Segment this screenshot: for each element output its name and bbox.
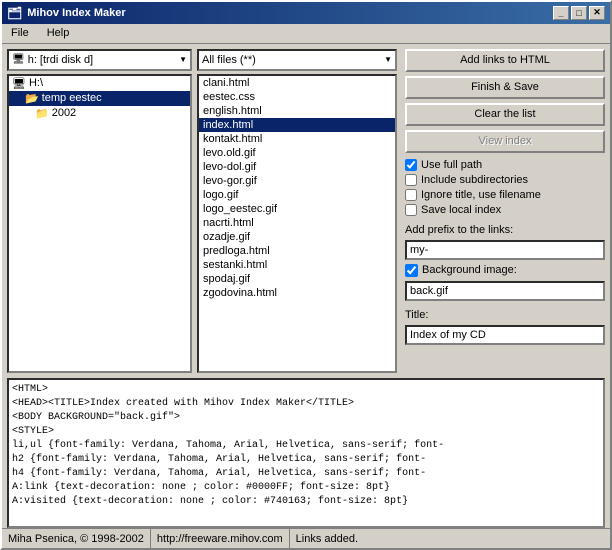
html-preview: <HTML> <HEAD><TITLE>Index created with M… xyxy=(7,378,605,528)
file-item-selected[interactable]: index.html xyxy=(199,118,395,132)
prefix-label: Add prefix to the links: xyxy=(405,224,605,236)
tree-item-drive[interactable]: 🖥 H:\ xyxy=(9,76,190,91)
include-subdirs-option[interactable]: Include subdirectories xyxy=(405,174,605,186)
file-item[interactable]: levo-gor.gif xyxy=(199,174,395,188)
include-subdirs-checkbox[interactable] xyxy=(405,174,417,186)
folder-closed-icon: 📁 xyxy=(35,107,49,120)
file-item[interactable]: kontakt.html xyxy=(199,132,395,146)
bg-image-checkbox[interactable] xyxy=(405,264,418,277)
right-panel: Add links to HTML Finish & Save Clear th… xyxy=(402,49,605,373)
menu-bar: File Help xyxy=(2,24,610,44)
title-bar: 🗂 Mihov Index Maker _ □ ✕ xyxy=(2,2,610,24)
file-list[interactable]: clani.html eestec.css english.html index… xyxy=(197,74,397,373)
folder-open-icon: 📂 xyxy=(25,92,39,105)
bg-image-input[interactable] xyxy=(405,281,605,301)
status-message: Links added. xyxy=(290,529,364,548)
file-item[interactable]: ozadje.gif xyxy=(199,230,395,244)
file-item[interactable]: nacrti.html xyxy=(199,216,395,230)
close-button[interactable]: ✕ xyxy=(589,6,605,20)
file-item[interactable]: clani.html xyxy=(199,76,395,90)
view-index-button[interactable]: View index xyxy=(405,130,605,153)
drive-tree-icon: 🖥 xyxy=(12,77,26,90)
app-title: Mihov Index Maker xyxy=(27,7,125,19)
use-full-path-label: Use full path xyxy=(421,159,482,171)
finish-save-button[interactable]: Finish & Save xyxy=(405,76,605,99)
menu-file[interactable]: File xyxy=(7,26,33,40)
file-item[interactable]: logo_eestec.gif xyxy=(199,202,395,216)
add-links-button[interactable]: Add links to HTML xyxy=(405,49,605,72)
file-item[interactable]: spodaj.gif xyxy=(199,272,395,286)
file-item[interactable]: levo.old.gif xyxy=(199,146,395,160)
middle-panel: All files (**) ▼ clani.html eestec.css e… xyxy=(197,49,397,373)
status-url: http://freeware.mihov.com xyxy=(151,529,290,548)
filter-value: All files (**) xyxy=(202,54,256,66)
title-label: Title: xyxy=(405,309,605,321)
use-full-path-checkbox[interactable] xyxy=(405,159,417,171)
minimize-button[interactable]: _ xyxy=(553,6,569,20)
filter-arrow-icon: ▼ xyxy=(384,55,392,64)
drive-arrow-icon: ▼ xyxy=(179,55,187,64)
file-item[interactable]: eestec.css xyxy=(199,90,395,104)
save-local-index-option[interactable]: Save local index xyxy=(405,204,605,216)
ignore-title-label: Ignore title, use filename xyxy=(421,189,541,201)
file-tree[interactable]: 🖥 H:\ 📂 temp eestec 📁 2002 xyxy=(7,74,192,373)
clear-list-button[interactable]: Clear the list xyxy=(405,103,605,126)
options-group: Use full path Include subdirectories Ign… xyxy=(405,159,605,216)
drive-value: h: [trdi disk d] xyxy=(28,54,179,66)
menu-help[interactable]: Help xyxy=(43,26,74,40)
save-local-index-label: Save local index xyxy=(421,204,501,216)
drive-selector[interactable]: 🖥 h: [trdi disk d] ▼ xyxy=(7,49,192,71)
title-input[interactable] xyxy=(405,325,605,345)
filter-dropdown[interactable]: All files (**) ▼ xyxy=(197,49,397,71)
file-item[interactable]: english.html xyxy=(199,104,395,118)
maximize-button[interactable]: □ xyxy=(571,6,587,20)
use-full-path-option[interactable]: Use full path xyxy=(405,159,605,171)
include-subdirs-label: Include subdirectories xyxy=(421,174,528,186)
file-item[interactable]: levo-dol.gif xyxy=(199,160,395,174)
html-preview-text: <HTML> <HEAD><TITLE>Index created with M… xyxy=(12,383,600,509)
left-panel: 🖥 h: [trdi disk d] ▼ 🖥 H:\ 📂 temp eestec xyxy=(7,49,192,373)
file-item[interactable]: sestanki.html xyxy=(199,258,395,272)
status-bar: Miha Psenica, © 1998-2002 http://freewar… xyxy=(2,528,610,548)
ignore-title-checkbox[interactable] xyxy=(405,189,417,201)
bg-image-row: Background image: xyxy=(405,264,605,277)
save-local-index-checkbox[interactable] xyxy=(405,204,417,216)
tree-item-2002[interactable]: 📁 2002 xyxy=(9,106,190,121)
ignore-title-option[interactable]: Ignore title, use filename xyxy=(405,189,605,201)
drive-icon: 🖥 xyxy=(12,54,25,65)
tree-item-temp-eestec[interactable]: 📂 temp eestec xyxy=(9,91,190,106)
window-controls: _ □ ✕ xyxy=(553,6,605,20)
status-copyright: Miha Psenica, © 1998-2002 xyxy=(2,529,151,548)
bg-image-label: Background image: xyxy=(422,264,517,276)
prefix-input[interactable] xyxy=(405,240,605,260)
file-item[interactable]: zgodovina.html xyxy=(199,286,395,300)
app-icon: 🗂 xyxy=(7,6,22,20)
file-item[interactable]: logo.gif xyxy=(199,188,395,202)
file-item[interactable]: predloga.html xyxy=(199,244,395,258)
